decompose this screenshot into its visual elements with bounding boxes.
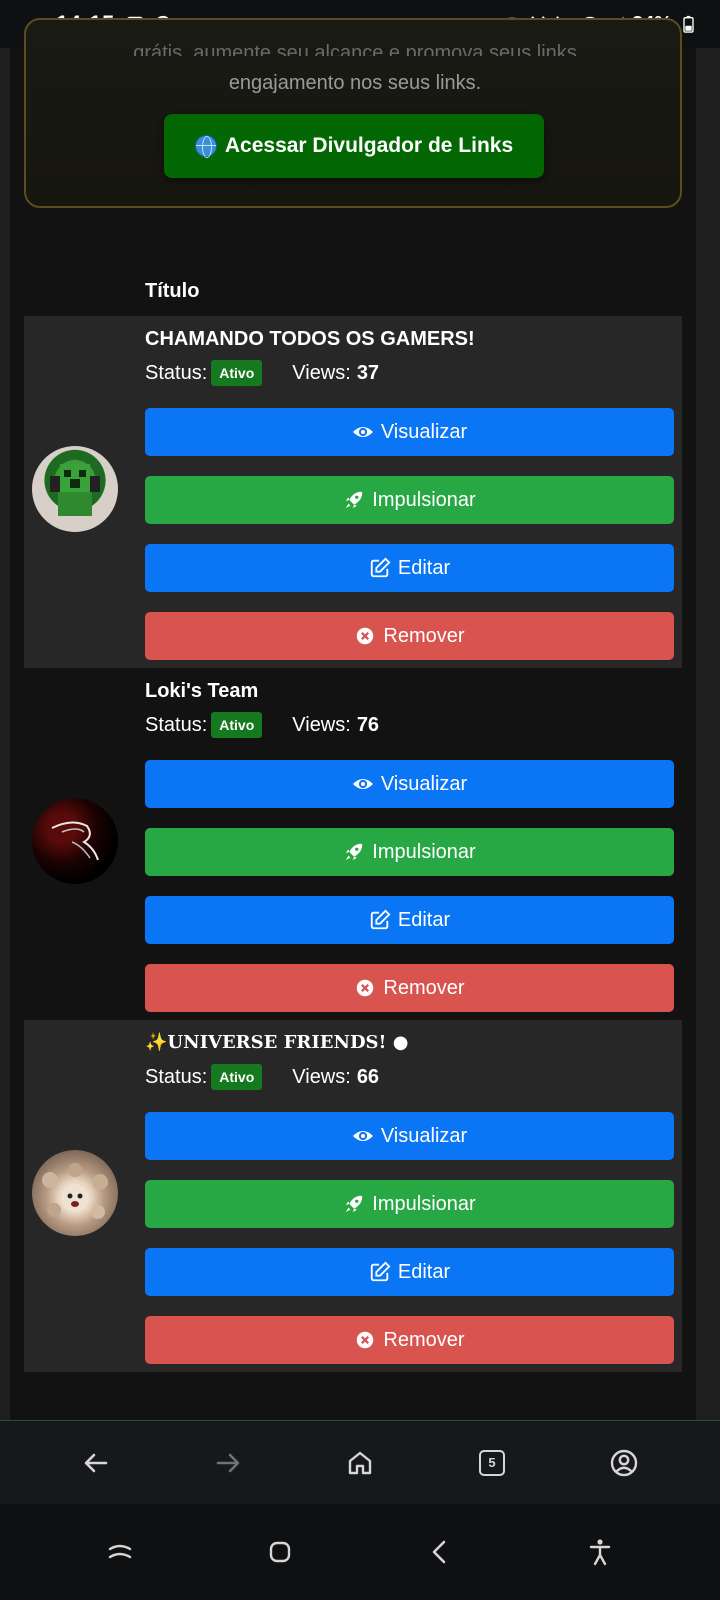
accessibility-button[interactable]	[578, 1530, 622, 1574]
eye-icon	[352, 426, 373, 438]
arrow-left-icon	[84, 1453, 108, 1472]
square-home-icon	[269, 1541, 291, 1563]
remove-button[interactable]: Remover	[145, 964, 674, 1012]
globe-icon	[194, 135, 217, 158]
access-link-promoter-label: Acessar Divulgador de Links	[224, 134, 514, 157]
rocket-icon	[346, 1195, 363, 1213]
edit-icon	[370, 909, 391, 930]
tab-count: 5	[479, 1449, 505, 1476]
home-button[interactable]	[338, 1441, 382, 1485]
avatar	[32, 798, 118, 884]
accessibility-icon	[589, 1539, 611, 1566]
status-badge: Ativo	[211, 712, 263, 738]
rocket-icon	[346, 843, 363, 861]
remove-icon	[357, 1331, 374, 1349]
link-title: Loki's Team	[145, 680, 259, 702]
view-button-label: Visualizar	[380, 772, 468, 795]
recents-icon	[108, 1544, 132, 1559]
status-line: Status: Ativo Views: 76	[145, 712, 379, 738]
avatar	[32, 446, 118, 532]
banner-text: engajamento nos seus links.	[228, 72, 482, 94]
edit-button[interactable]: Editar	[145, 544, 674, 592]
remove-icon	[357, 627, 374, 645]
list-item: CHAMANDO TODOS OS GAMERS! Status: Ativo …	[24, 316, 682, 668]
views-label: Views:	[292, 1065, 351, 1088]
link-promoter-banner: grátis, aumente seu alcance e promova se…	[24, 18, 682, 208]
edit-button[interactable]: Editar	[145, 1248, 674, 1296]
home-icon	[348, 1451, 372, 1474]
views-count: 37	[356, 361, 380, 384]
link-title: CHAMANDO TODOS OS GAMERS!	[145, 328, 475, 350]
edit-button-label: Editar	[397, 556, 451, 579]
remove-button[interactable]: Remover	[145, 1316, 674, 1364]
status-line: Status: Ativo Views: 66	[145, 1064, 379, 1090]
rocket-icon	[346, 491, 363, 509]
arrow-right-icon	[216, 1453, 240, 1472]
remove-button[interactable]: Remover	[145, 612, 674, 660]
remove-button-label: Remover	[383, 976, 465, 999]
recents-button[interactable]	[98, 1530, 142, 1574]
boost-button[interactable]: Impulsionar	[145, 828, 674, 876]
edit-icon	[370, 1261, 391, 1282]
views-count: 66	[356, 1065, 380, 1088]
status-label: Status:	[145, 1065, 208, 1088]
list-item: Loki's Team Status: Ativo Views: 76 Visu…	[24, 668, 682, 1020]
view-button[interactable]: Visualizar	[145, 408, 674, 456]
access-link-promoter-button[interactable]: Acessar Divulgador de Links	[164, 114, 544, 178]
view-button[interactable]: Visualizar	[145, 1112, 674, 1160]
boost-button[interactable]: Impulsionar	[145, 1180, 674, 1228]
boost-button[interactable]: Impulsionar	[145, 476, 674, 524]
status-badge: Ativo	[211, 360, 263, 386]
chevron-left-icon	[432, 1540, 446, 1564]
status-label: Status:	[145, 713, 208, 736]
back-button[interactable]	[74, 1441, 118, 1485]
tabs-button[interactable]: 5	[470, 1441, 514, 1485]
remove-button-label: Remover	[383, 624, 465, 647]
boost-button-label: Impulsionar	[372, 1192, 476, 1215]
boost-button-label: Impulsionar	[372, 840, 476, 863]
edit-icon	[370, 557, 391, 578]
account-button[interactable]	[602, 1441, 646, 1485]
list-item: ✨UNIVERSE FRIENDS! ● Status: Ativo Views…	[24, 1020, 682, 1372]
link-title: ✨UNIVERSE FRIENDS! ●	[145, 1032, 409, 1053]
forward-button[interactable]	[206, 1441, 250, 1485]
system-back-button[interactable]	[418, 1530, 462, 1574]
column-header-title: Título	[145, 280, 200, 302]
view-button[interactable]: Visualizar	[145, 760, 674, 808]
remove-button-label: Remover	[383, 1328, 465, 1351]
edit-button-label: Editar	[397, 908, 451, 931]
banner-text-cut: grátis, aumente seu alcance e promova se…	[133, 42, 577, 56]
status-line: Status: Ativo Views: 37	[145, 360, 379, 386]
view-button-label: Visualizar	[380, 1124, 468, 1147]
remove-icon	[357, 979, 374, 997]
page-content: grátis, aumente seu alcance e promova se…	[10, 18, 696, 1420]
edit-button[interactable]: Editar	[145, 896, 674, 944]
avatar	[32, 1150, 118, 1236]
account-icon	[610, 1449, 638, 1476]
system-nav-bar	[0, 1504, 720, 1600]
system-home-button[interactable]	[258, 1530, 302, 1574]
boost-button-label: Impulsionar	[372, 488, 476, 511]
views-count: 76	[356, 713, 380, 736]
eye-icon	[352, 1130, 373, 1142]
views-label: Views:	[292, 713, 351, 736]
status-badge: Ativo	[211, 1064, 263, 1090]
views-label: Views:	[292, 361, 351, 384]
eye-icon	[352, 778, 373, 790]
view-button-label: Visualizar	[380, 420, 468, 443]
status-label: Status:	[145, 361, 208, 384]
edit-button-label: Editar	[397, 1260, 451, 1283]
browser-toolbar: 5	[0, 1420, 720, 1504]
